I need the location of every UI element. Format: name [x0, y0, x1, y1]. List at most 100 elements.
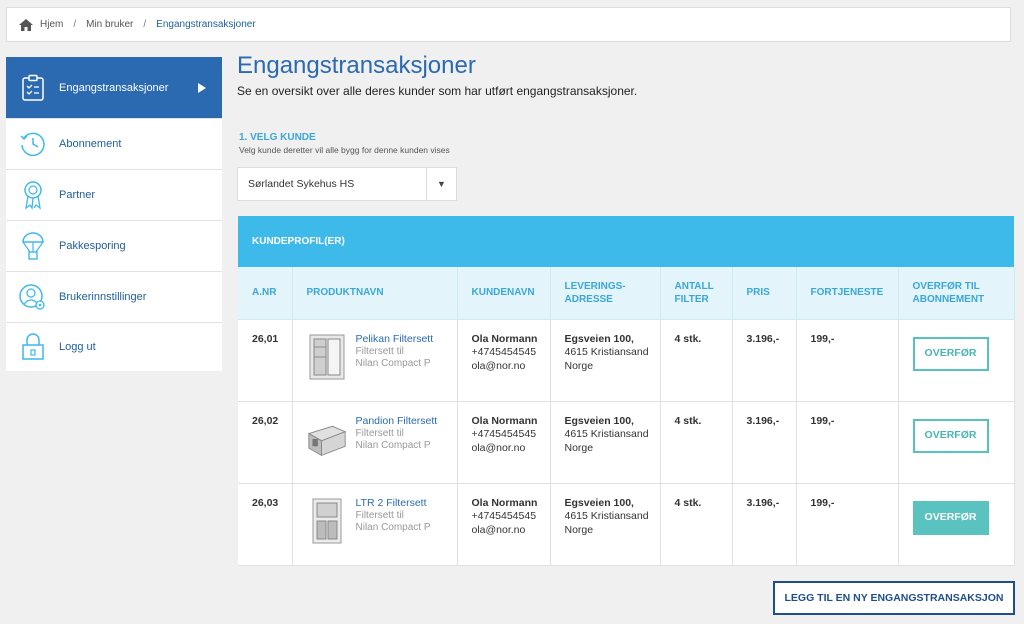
- customer-name: Ola Normann: [471, 496, 538, 509]
- product-name-link[interactable]: Pelikan Filtersett: [356, 333, 434, 347]
- filter-count: 4 stk.: [660, 319, 733, 402]
- customer-cell: Ola Normann +4745454545 ola@nor.no: [457, 401, 551, 484]
- breadcrumb-current: Engangstransaksjoner: [156, 19, 256, 30]
- price: 3.196,-: [732, 401, 797, 484]
- user-settings-icon: [19, 282, 47, 312]
- product-cell: Pelikan Filtersett Filtersett til Nilan …: [292, 319, 458, 402]
- column-header: PRODUKTNAVN: [292, 267, 458, 320]
- product-desc: Filtersett til: [355, 346, 404, 357]
- customer-email: ola@nor.no: [471, 441, 526, 454]
- customer-email: ola@nor.no: [471, 359, 526, 372]
- add-transaction-button[interactable]: LEGG TIL EN NY ENGANGSTRANSAKSJON: [773, 581, 1015, 615]
- customer-name: Ola Normann: [471, 332, 538, 345]
- sidebar-item-abonnement[interactable]: Abonnement: [6, 119, 222, 170]
- sidebar-item-label: Logg ut: [59, 341, 96, 353]
- address-cell: Egsveien 100, 4615 Kristiansand Norge: [550, 401, 661, 484]
- sidebar-item-pakkesporing[interactable]: Pakkesporing: [6, 221, 222, 272]
- profit: 199,-: [796, 483, 899, 566]
- table-row: 26,02 Pandion Filtersett Filtersett til …: [238, 401, 1015, 484]
- product-desc: Nilan Compact P: [355, 440, 431, 451]
- customer-select-value: Sørlandet Sykehus HS: [248, 178, 355, 190]
- customer-phone: +4745454545: [471, 346, 537, 358]
- sidebar-item-label: Partner: [59, 189, 96, 201]
- parachute-icon: [19, 231, 47, 261]
- column-header: FORTJENESTE: [796, 267, 899, 320]
- product-image: [307, 333, 347, 381]
- table-heading: KUNDEPROFIL(ER): [238, 216, 1014, 267]
- customer-select[interactable]: Sørlandet Sykehus HS ▼: [237, 167, 457, 201]
- transactions-table: A.NR PRODUKTNAVN KUNDENAVN LEVERINGS-ADR…: [238, 267, 1015, 566]
- action-cell: OVERFØR: [898, 483, 1015, 566]
- product-name-link[interactable]: LTR 2 Filtersett: [356, 497, 431, 511]
- customer-phone: +4745454545: [471, 428, 537, 440]
- filter-count: 4 stk.: [660, 401, 733, 484]
- step-help: Velg kunde deretter vil alle bygg for de…: [239, 145, 450, 155]
- address-line: Norge: [564, 441, 594, 454]
- page-title: Engangstransaksjoner: [237, 52, 476, 79]
- transfer-button[interactable]: OVERFØR: [912, 418, 989, 453]
- product-desc: Filtersett til: [355, 428, 404, 439]
- product-desc: Filtersett til: [355, 510, 404, 521]
- sidebar-item-label: Brukerinnstillinger: [59, 291, 147, 303]
- breadcrumb-home[interactable]: Hjem: [40, 19, 63, 30]
- breadcrumb-my-user[interactable]: Min bruker: [86, 19, 133, 30]
- filter-count: 4 stk.: [660, 483, 733, 566]
- product-cell: LTR 2 Filtersett Filtersett til Nilan Co…: [292, 483, 458, 566]
- lock-icon: [19, 332, 47, 362]
- sidebar-item-partner[interactable]: Partner: [6, 170, 222, 221]
- order-number: 26,01: [238, 319, 293, 402]
- chevron-right-icon: [198, 83, 206, 93]
- column-header: ANTALL FILTER: [660, 267, 733, 320]
- sidebar: Engangstransaksjoner Abonnement Partner …: [6, 57, 222, 371]
- home-icon[interactable]: [18, 18, 34, 32]
- column-header: PRIS: [732, 267, 797, 320]
- sidebar-item-engangstransaksjoner[interactable]: Engangstransaksjoner: [6, 57, 222, 119]
- action-cell: OVERFØR: [898, 319, 1015, 402]
- breadcrumb: Hjem / Min bruker / Engangstransaksjoner: [6, 7, 1011, 42]
- address-line: Norge: [564, 359, 594, 372]
- price: 3.196,-: [732, 319, 797, 402]
- clipboard-icon: [19, 73, 47, 103]
- table-row: 26,01 Pelikan Filtersett Filtersett til …: [238, 319, 1015, 402]
- address-line: Egsveien 100,: [564, 414, 634, 427]
- customer-profiles-table: KUNDEPROFIL(ER) A.NR PRODUKTNAVN KUNDENA…: [238, 216, 1015, 566]
- column-header: A.NR: [238, 267, 293, 320]
- sidebar-item-label: Engangstransaksjoner: [59, 81, 169, 94]
- address-cell: Egsveien 100, 4615 Kristiansand Norge: [550, 483, 661, 566]
- sidebar-item-brukerinnstillinger[interactable]: Brukerinnstillinger: [6, 272, 222, 323]
- address-line: 4615 Kristiansand: [564, 346, 649, 358]
- action-cell: OVERFØR: [898, 401, 1015, 484]
- sidebar-item-label: Pakkesporing: [59, 240, 126, 252]
- award-icon: [19, 180, 47, 210]
- breadcrumb-separator: /: [73, 19, 77, 30]
- chevron-down-icon[interactable]: ▼: [426, 168, 456, 200]
- product-image: [307, 497, 347, 545]
- page-subtitle: Se en oversikt over alle deres kunder so…: [237, 84, 638, 98]
- address-line: 4615 Kristiansand: [564, 428, 649, 440]
- column-header: KUNDENAVN: [457, 267, 551, 320]
- profit: 199,-: [796, 319, 899, 402]
- customer-phone: +4745454545: [471, 510, 537, 522]
- clock-icon: [19, 129, 47, 159]
- column-header: OVERFØR TIL ABONNEMENT: [898, 267, 1015, 320]
- address-cell: Egsveien 100, 4615 Kristiansand Norge: [550, 319, 661, 402]
- address-line: Egsveien 100,: [564, 332, 634, 345]
- address-line: Egsveien 100,: [564, 496, 634, 509]
- customer-cell: Ola Normann +4745454545 ola@nor.no: [457, 483, 551, 566]
- address-line: Norge: [564, 523, 594, 536]
- transfer-button[interactable]: OVERFØR: [912, 336, 989, 371]
- sidebar-item-logg-ut[interactable]: Logg ut: [6, 323, 222, 371]
- customer-cell: Ola Normann +4745454545 ola@nor.no: [457, 319, 551, 402]
- transfer-button[interactable]: OVERFØR: [912, 500, 989, 535]
- step-title: 1. VELG KUNDE: [239, 132, 316, 143]
- product-image: [307, 415, 347, 463]
- product-cell: Pandion Filtersett Filtersett til Nilan …: [292, 401, 458, 484]
- column-header: LEVERINGS-ADRESSE: [550, 267, 661, 320]
- product-name-link[interactable]: Pandion Filtersett: [356, 415, 438, 429]
- address-line: 4615 Kristiansand: [564, 510, 649, 522]
- customer-name: Ola Normann: [471, 414, 538, 427]
- breadcrumb-separator: /: [143, 19, 147, 30]
- order-number: 26,02: [238, 401, 293, 484]
- order-number: 26,03: [238, 483, 293, 566]
- product-desc: Nilan Compact P: [355, 522, 431, 533]
